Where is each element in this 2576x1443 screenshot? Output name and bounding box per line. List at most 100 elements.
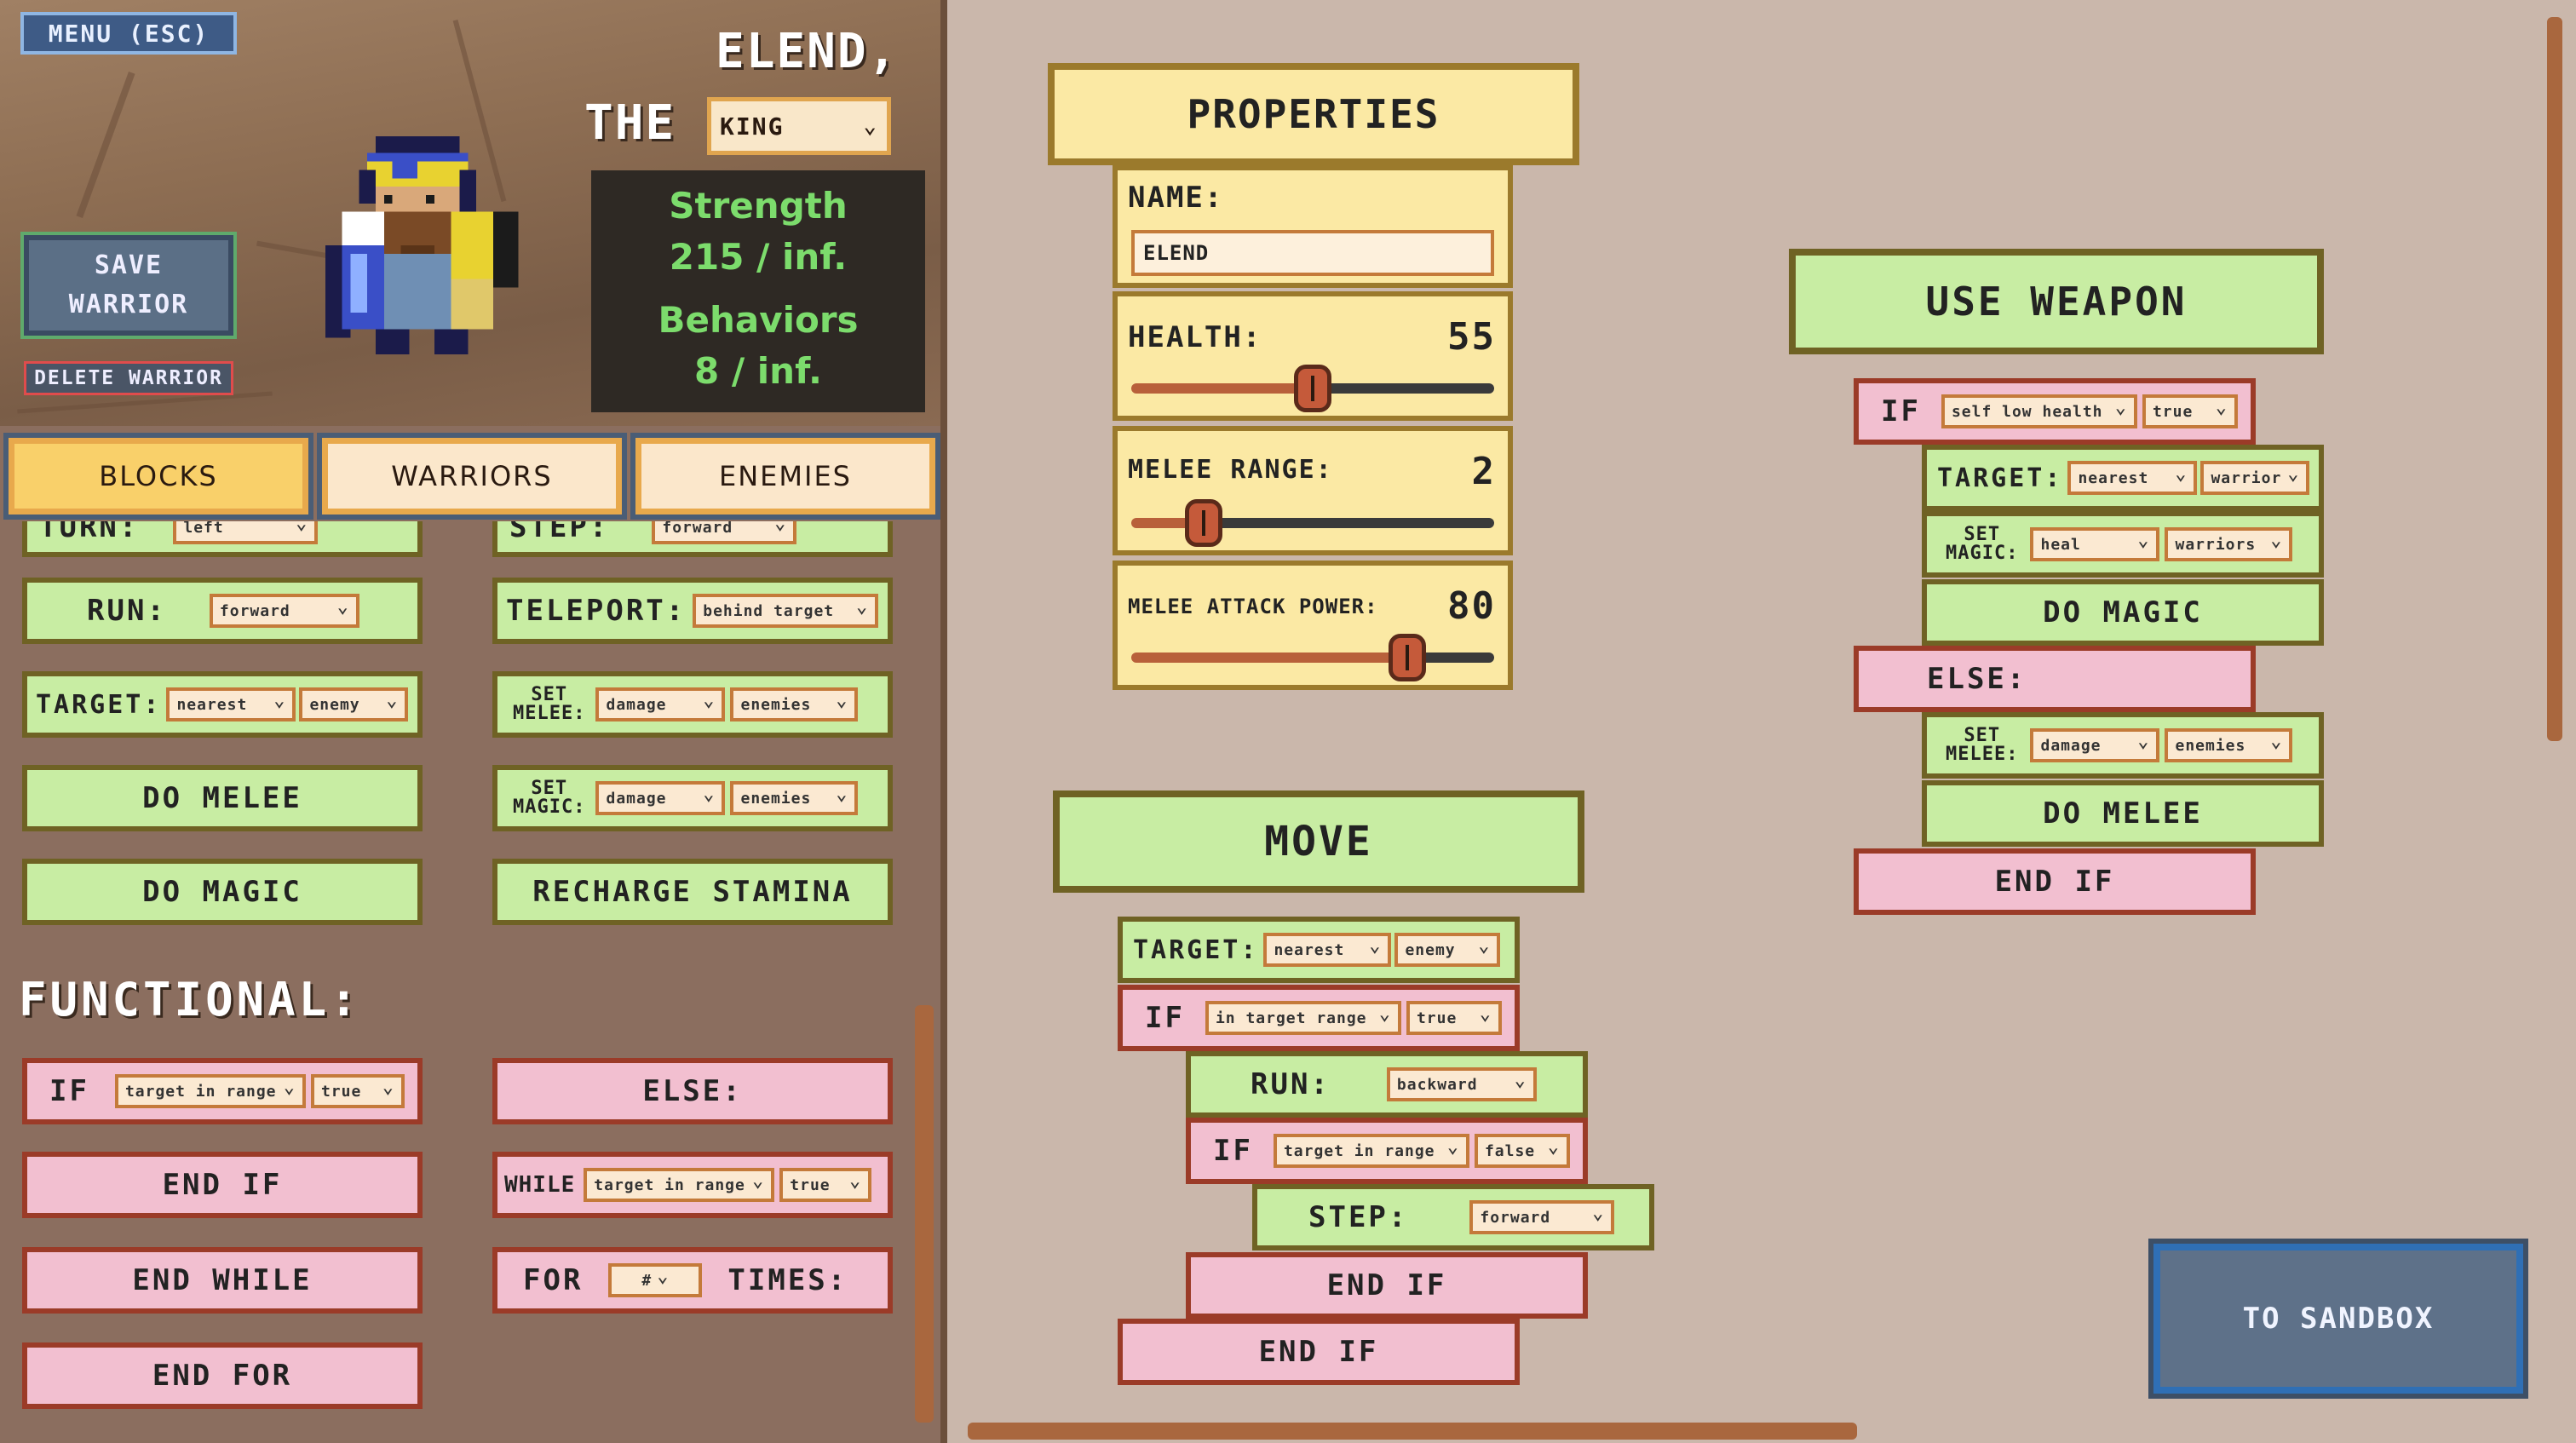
weapon-set-melee-block[interactable]: SETMELEE: damage enemies (1922, 712, 2324, 779)
move-step-label: STEP: (1308, 1200, 1409, 1234)
move-if-block-2[interactable]: IF target in range false (1186, 1118, 1588, 1184)
move-end-if-block-1[interactable]: END IF (1186, 1252, 1588, 1319)
save-label-line2: WARRIOR (68, 290, 189, 319)
tab-blocks-label: BLOCKS (99, 460, 218, 492)
do-magic-block[interactable]: DO MAGIC (22, 859, 423, 925)
name-input[interactable]: ELEND (1131, 230, 1494, 276)
set-magic-dropdown-2[interactable]: enemies (730, 781, 859, 815)
melee-power-property: MELEE ATTACK POWER: 80 (1113, 561, 1513, 690)
save-warrior-button[interactable]: SAVE WARRIOR (20, 232, 237, 339)
tab-blocks[interactable]: BLOCKS (3, 433, 313, 520)
sandbox-label: TO SANDBOX (2242, 1302, 2435, 1336)
weapon-if-block[interactable]: IF self low health true (1854, 378, 2256, 445)
move-if-1-dropdown-1[interactable]: in target range (1205, 1001, 1401, 1035)
move-if-2-dropdown-2[interactable]: false (1474, 1134, 1570, 1168)
title-select[interactable]: KING ⌄ (707, 97, 891, 155)
canvas-vertical-scrollbar[interactable] (2547, 17, 2562, 741)
weapon-if-dropdown-1[interactable]: self low health (1941, 394, 2137, 428)
end-while-block[interactable]: END WHILE (22, 1247, 423, 1314)
teleport-block[interactable]: TELEPORT: behind target (492, 578, 893, 644)
run-dropdown[interactable]: forward (209, 594, 359, 628)
use-weapon-behavior-header[interactable]: USE WEAPON (1789, 249, 2324, 354)
move-run-block[interactable]: RUN: backward (1186, 1051, 1588, 1118)
if-dropdown-1[interactable]: target in range (114, 1074, 306, 1108)
for-block[interactable]: FOR # TIMES: (492, 1247, 893, 1314)
move-end-if-1-label: END IF (1326, 1268, 1447, 1302)
menu-label: MENU (ESC) (48, 19, 210, 48)
move-run-dropdown[interactable]: backward (1386, 1067, 1537, 1101)
step-block[interactable]: STEP: forward (492, 521, 893, 557)
target-block[interactable]: TARGET: nearest enemy (22, 671, 423, 738)
melee-power-label: MELEE ATTACK POWER: (1128, 595, 1378, 618)
weapon-set-melee-label-2: MELEE: (1946, 744, 2019, 765)
if-block[interactable]: IF target in range true (22, 1058, 423, 1124)
do-melee-block[interactable]: DO MELEE (22, 765, 423, 831)
move-target-block[interactable]: TARGET: nearest enemy (1118, 917, 1520, 983)
properties-title: PROPERTIES (1048, 63, 1579, 165)
weapon-set-magic-dropdown-1[interactable]: heal (2030, 527, 2160, 561)
move-if-2-dropdown-1[interactable]: target in range (1273, 1134, 1469, 1168)
run-label: RUN: (87, 594, 167, 628)
move-if-1-dropdown-2[interactable]: true (1406, 1001, 1502, 1035)
melee-power-slider-handle[interactable] (1388, 634, 1426, 681)
target-dropdown-1[interactable]: nearest (166, 687, 296, 722)
weapon-end-if-block[interactable]: END IF (1854, 848, 2256, 915)
while-block[interactable]: WHILE target in range true (492, 1152, 893, 1218)
teleport-dropdown[interactable]: behind target (693, 594, 879, 628)
weapon-set-magic-dropdown-2[interactable]: warriors (2165, 527, 2293, 561)
weapon-if-dropdown-2[interactable]: true (2142, 394, 2238, 428)
weapon-set-melee-dropdown-1[interactable]: damage (2030, 728, 2160, 762)
weapon-do-melee-label: DO MELEE (2043, 796, 2203, 831)
weapon-set-melee-dropdown-2[interactable]: enemies (2165, 728, 2293, 762)
weapon-target-dropdown-1[interactable]: nearest (2067, 461, 2198, 495)
do-magic-label: DO MAGIC (142, 875, 302, 909)
functional-section-title: FUNCTIONAL: (19, 973, 361, 1026)
weapon-target-block[interactable]: TARGET: nearest warrior (1922, 445, 2324, 511)
health-slider-handle[interactable] (1294, 365, 1331, 412)
tab-warriors[interactable]: WARRIORS (317, 433, 627, 520)
if-dropdown-2[interactable]: true (310, 1074, 405, 1108)
for-count-input[interactable]: # (608, 1263, 703, 1297)
move-if-block-1[interactable]: IF in target range true (1118, 985, 1520, 1051)
run-block[interactable]: RUN: forward (22, 578, 423, 644)
weapon-set-magic-block[interactable]: SETMAGIC: heal warriors (1922, 511, 2324, 578)
melee-power-value: 80 (1447, 584, 1496, 628)
set-melee-block[interactable]: SETMELEE: damage enemies (492, 671, 893, 738)
health-value: 55 (1447, 315, 1496, 359)
canvas-horizontal-scrollbar[interactable] (968, 1423, 1857, 1440)
weapon-target-dropdown-2[interactable]: warrior (2200, 461, 2310, 495)
set-magic-block[interactable]: SETMAGIC: damage enemies (492, 765, 893, 831)
weapon-else-block[interactable]: ELSE: (1854, 646, 2256, 712)
target-dropdown-2[interactable]: enemy (299, 687, 409, 722)
turn-dropdown[interactable]: left (173, 521, 319, 544)
recharge-stamina-block[interactable]: RECHARGE STAMINA (492, 859, 893, 925)
move-target-dropdown-2[interactable]: enemy (1394, 933, 1501, 967)
while-dropdown-1[interactable]: target in range (584, 1168, 775, 1202)
move-end-if-block-2[interactable]: END IF (1118, 1319, 1520, 1385)
set-magic-dropdown-1[interactable]: damage (595, 781, 726, 815)
move-step-dropdown[interactable]: forward (1469, 1200, 1615, 1234)
tab-enemies[interactable]: ENEMIES (630, 433, 940, 520)
while-dropdown-2[interactable]: true (779, 1168, 872, 1202)
use-weapon-title: USE WEAPON (1925, 279, 2188, 325)
melee-power-slider-track[interactable] (1131, 653, 1494, 663)
set-melee-dropdown-1[interactable]: damage (595, 687, 726, 722)
weapon-set-magic-label: SET MAGIC: (1927, 526, 2018, 563)
end-for-block[interactable]: END FOR (22, 1342, 423, 1409)
weapon-do-magic-block[interactable]: DO MAGIC (1922, 579, 2324, 646)
turn-block[interactable]: TURN: left (22, 521, 423, 557)
to-sandbox-button[interactable]: TO SANDBOX (2148, 1239, 2528, 1399)
move-behavior-header[interactable]: MOVE (1053, 790, 1584, 893)
step-dropdown[interactable]: forward (652, 521, 797, 544)
set-melee-dropdown-2[interactable]: enemies (730, 687, 859, 722)
else-block[interactable]: ELSE: (492, 1058, 893, 1124)
end-if-block[interactable]: END IF (22, 1152, 423, 1218)
weapon-do-melee-block[interactable]: DO MELEE (1922, 780, 2324, 847)
menu-button[interactable]: MENU (ESC) (20, 12, 237, 55)
move-target-dropdown-1[interactable]: nearest (1263, 933, 1392, 967)
chevron-down-icon: ⌄ (863, 113, 878, 139)
palette-scrollbar[interactable] (915, 1005, 934, 1423)
move-step-block[interactable]: STEP: forward (1252, 1184, 1654, 1250)
melee-range-slider-handle[interactable] (1185, 499, 1223, 547)
delete-warrior-button[interactable]: DELETE WARRIOR (24, 361, 233, 395)
